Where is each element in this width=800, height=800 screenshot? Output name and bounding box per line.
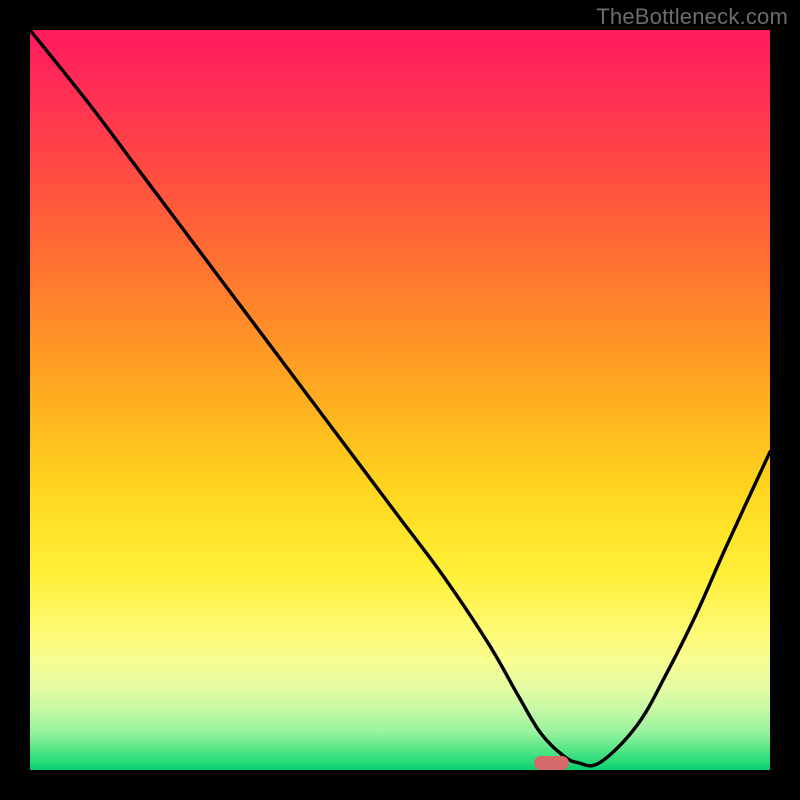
- optimum-marker: [534, 756, 570, 770]
- chart-frame: TheBottleneck.com: [0, 0, 800, 800]
- plot-area: [30, 30, 770, 770]
- bottleneck-curve: [30, 30, 770, 766]
- curve-layer: [30, 30, 770, 770]
- watermark-text: TheBottleneck.com: [596, 4, 788, 30]
